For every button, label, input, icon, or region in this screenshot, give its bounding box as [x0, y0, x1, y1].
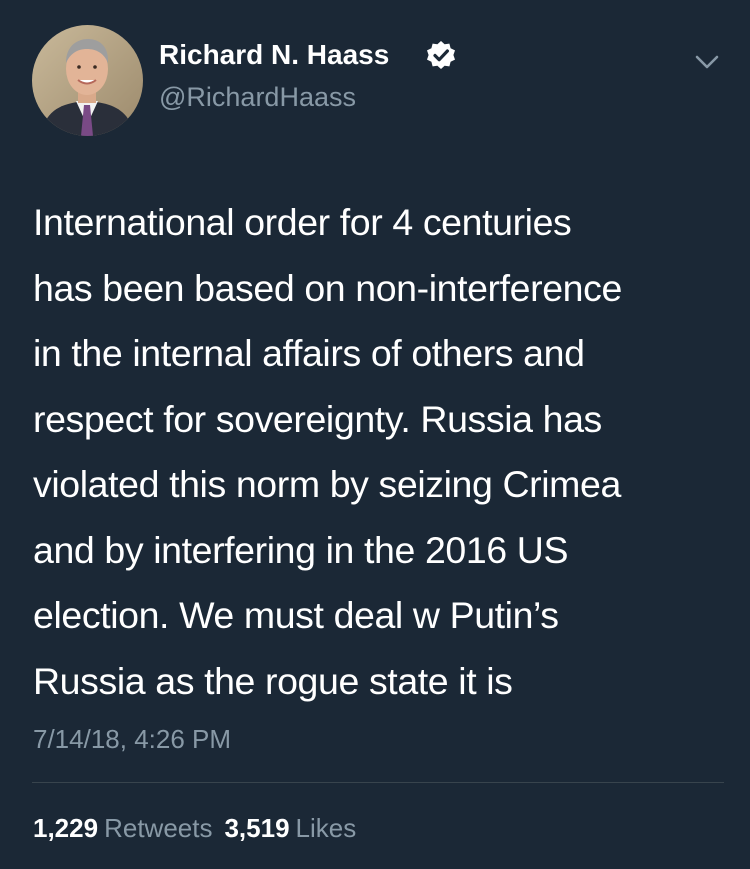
tweet-stats: 1,229 Retweets 3,519 Likes [33, 812, 368, 844]
divider [32, 782, 724, 783]
tweet-text-line: and by interfering in the 2016 US [33, 528, 569, 571]
avatar[interactable] [32, 25, 143, 136]
retweets-stat[interactable]: 1,229 Retweets [33, 813, 224, 843]
likes-stat[interactable]: 3,519 Likes [224, 813, 368, 843]
tweet-text-line: violated this norm by seizing Crimea [33, 463, 621, 505]
retweets-count: 1,229 [33, 813, 99, 843]
tweet-text-line: respect for sovereignty. Russia has [33, 397, 602, 440]
chevron-down-icon[interactable] [694, 52, 720, 72]
tweet-text-line: Russia as the rogue state it is [33, 659, 513, 702]
likes-label: Likes [295, 813, 357, 843]
likes-count: 3,519 [224, 813, 290, 843]
tweet-card: Richard N. Haass @RichardHaass Internati… [0, 0, 750, 869]
tweet-text-line: has been based on non-interference [33, 266, 622, 309]
tweet-text-line: election. We must deal w Putin’s [33, 594, 559, 636]
tweet-text: International order for 4 centuries has … [33, 190, 733, 714]
retweets-label: Retweets [104, 813, 213, 843]
user-handle[interactable]: @RichardHaass [159, 81, 356, 113]
verified-badge-icon [427, 41, 455, 69]
display-name[interactable]: Richard N. Haass [159, 38, 389, 72]
tweet-timestamp[interactable]: 7/14/18, 4:26 PM [33, 723, 231, 755]
tweet-text-line: International order for 4 centuries [33, 201, 572, 243]
tweet-text-line: in the internal affairs of others and [33, 332, 585, 374]
